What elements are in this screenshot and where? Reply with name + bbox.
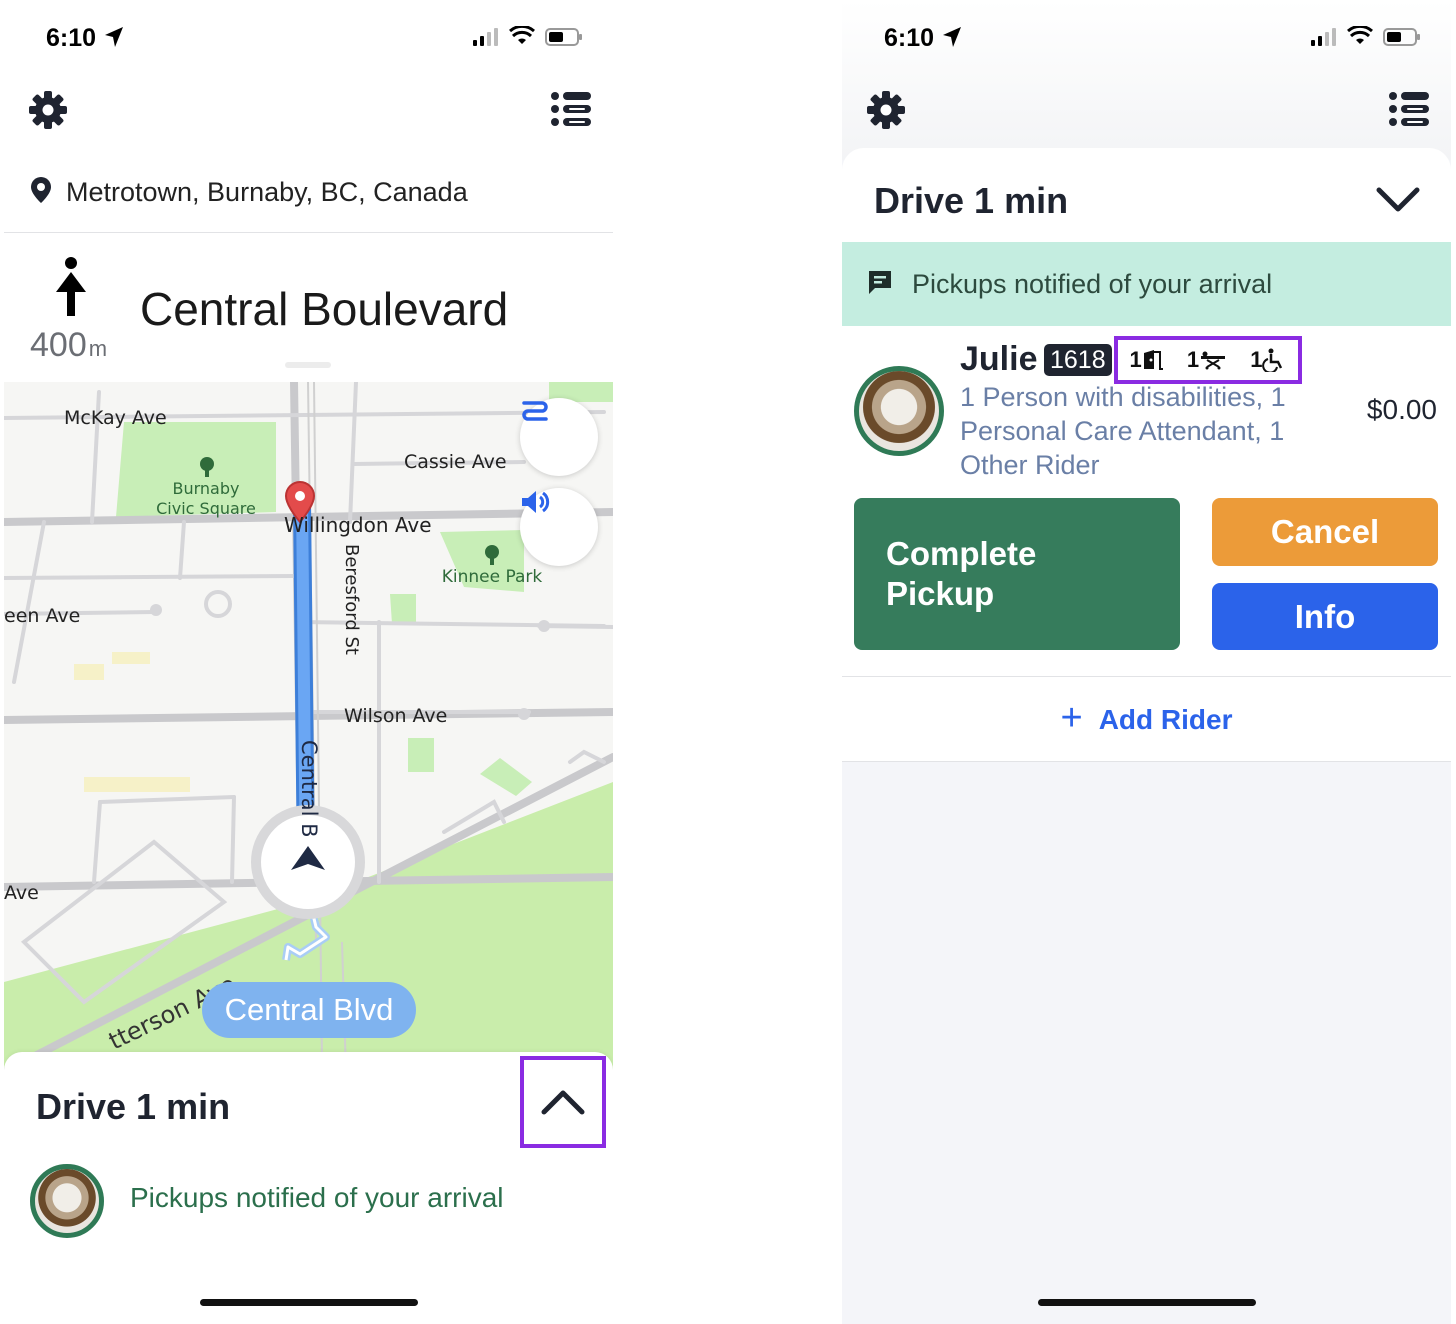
green-patch — [480, 758, 532, 796]
label-kinnee: Kinnee Park — [442, 567, 543, 587]
rider-fare: $0.00 — [1366, 394, 1437, 425]
notification-text: Pickups notified of your arrival — [912, 268, 1273, 299]
maneuver-street: Central Boulevard — [140, 283, 509, 335]
signal-icon — [1311, 28, 1339, 51]
divider — [842, 676, 1451, 677]
label-wilson: Wilson Ave — [344, 705, 447, 727]
label-cassie: Cassie Ave — [404, 451, 507, 473]
wheelchair-count: 1 — [1250, 347, 1286, 373]
list-icon[interactable] — [551, 92, 591, 131]
rider-name: Julie — [960, 340, 1038, 378]
complete-pickup-button[interactable]: Complete Pickup — [854, 498, 1180, 650]
right-screen: 6:10 Drive 1 min Pickups notified of you… — [842, 0, 1451, 1324]
stretcher-count-value: 1 — [1186, 347, 1200, 372]
label-burnaby-1: Burnaby — [173, 479, 240, 498]
divider — [842, 761, 1451, 762]
divider — [4, 232, 613, 233]
label-burnaby-2: Civic Square — [156, 499, 256, 518]
speaker-icon — [522, 491, 550, 513]
green-patch — [390, 594, 416, 624]
bottom-sheet[interactable]: Drive 1 min Pickups notified of your arr… — [4, 1052, 613, 1324]
location-arrow-icon — [104, 26, 124, 53]
gear-icon[interactable] — [866, 90, 906, 135]
door-icon — [1143, 350, 1163, 370]
left-screen: 6:10 Metrotown, Burnaby, BC, Canada 400m… — [4, 0, 613, 1324]
voice-button[interactable] — [520, 488, 598, 566]
collapse-sheet-button[interactable] — [1376, 186, 1420, 219]
location-arrow-icon — [942, 26, 962, 53]
route-overview-button[interactable] — [520, 398, 598, 476]
area-yellow — [84, 777, 190, 792]
wifi-icon — [1347, 24, 1373, 51]
rider-id-badge: 1618 — [1044, 344, 1112, 376]
map-view[interactable]: McKay Ave Cassie Ave Willingdon Ave een … — [4, 382, 613, 1072]
label-beresford: Beresford St — [341, 544, 362, 655]
stretcher-count: 1 — [1187, 347, 1227, 373]
battery-icon — [1383, 28, 1421, 51]
label-willingdon: Willingdon Ave — [284, 513, 432, 537]
distance-unit: m — [88, 336, 108, 361]
label-central-road: Central B — [297, 740, 321, 838]
rider-needs-icons: 1 1 1 — [1114, 336, 1302, 384]
battery-icon — [545, 28, 583, 51]
list-icon[interactable] — [1389, 92, 1429, 131]
sheet-title: Drive 1 min — [874, 180, 1069, 221]
gear-icon[interactable] — [28, 90, 68, 135]
area-yellow — [74, 664, 104, 680]
chevron-up-icon — [541, 1090, 585, 1115]
maneuver-distance: 400m — [30, 326, 107, 365]
wheelchair-icon — [1262, 348, 1283, 372]
rider-avatar — [854, 366, 944, 456]
cancel-button[interactable]: Cancel — [1212, 498, 1438, 566]
route-icon — [522, 401, 548, 421]
home-indicator[interactable] — [200, 1299, 418, 1306]
wheelchair-count-value: 1 — [1250, 347, 1263, 372]
wifi-icon — [509, 24, 535, 51]
status-bar: 6:10 — [842, 22, 1451, 56]
status-time: 6:10 — [46, 24, 97, 52]
straight-arrow-icon — [54, 256, 90, 323]
green-patch — [408, 738, 434, 772]
plus-icon: + — [1060, 696, 1083, 739]
add-rider-button[interactable]: + Add Rider — [842, 678, 1451, 762]
rider-description: 1 Person with disabilities, 1 Personal C… — [960, 382, 1286, 480]
door-count-value: 1 — [1129, 347, 1142, 372]
label-een: een Ave — [4, 605, 80, 627]
distance-value: 400 — [30, 326, 87, 364]
signal-icon — [473, 28, 501, 51]
message-icon — [866, 268, 894, 301]
status-bar: 6:10 — [4, 22, 613, 56]
location-row[interactable]: Metrotown, Burnaby, BC, Canada — [30, 172, 468, 212]
complete-pickup-label: Complete Pickup — [886, 535, 1037, 612]
chevron-down-icon — [1376, 187, 1420, 212]
notification-text: Pickups notified of your arrival — [130, 1182, 504, 1213]
location-text: Metrotown, Burnaby, BC, Canada — [66, 176, 468, 207]
label-ave: Ave — [4, 882, 39, 904]
expanded-sheet: Drive 1 min Pickups notified of your arr… — [842, 148, 1451, 762]
info-button[interactable]: Info — [1212, 583, 1438, 650]
rider-avatar — [30, 1164, 104, 1238]
sheet-grabber[interactable] — [285, 362, 331, 368]
sheet-title: Drive 1 min — [36, 1086, 231, 1127]
map-canvas: McKay Ave Cassie Ave Willingdon Ave een … — [4, 382, 613, 1072]
stretcher-icon — [1201, 351, 1226, 370]
area-yellow — [112, 652, 150, 664]
expand-sheet-button[interactable] — [520, 1056, 606, 1148]
map-pin-icon — [30, 176, 52, 209]
add-rider-label: Add Rider — [1098, 704, 1233, 735]
home-indicator[interactable] — [1038, 1299, 1256, 1306]
notification-banner: Pickups notified of your arrival — [842, 242, 1451, 326]
current-street-pill: Central Blvd — [202, 982, 416, 1038]
status-time: 6:10 — [884, 24, 935, 52]
label-mckay: McKay Ave — [64, 407, 167, 429]
door-count: 1 — [1130, 347, 1164, 373]
